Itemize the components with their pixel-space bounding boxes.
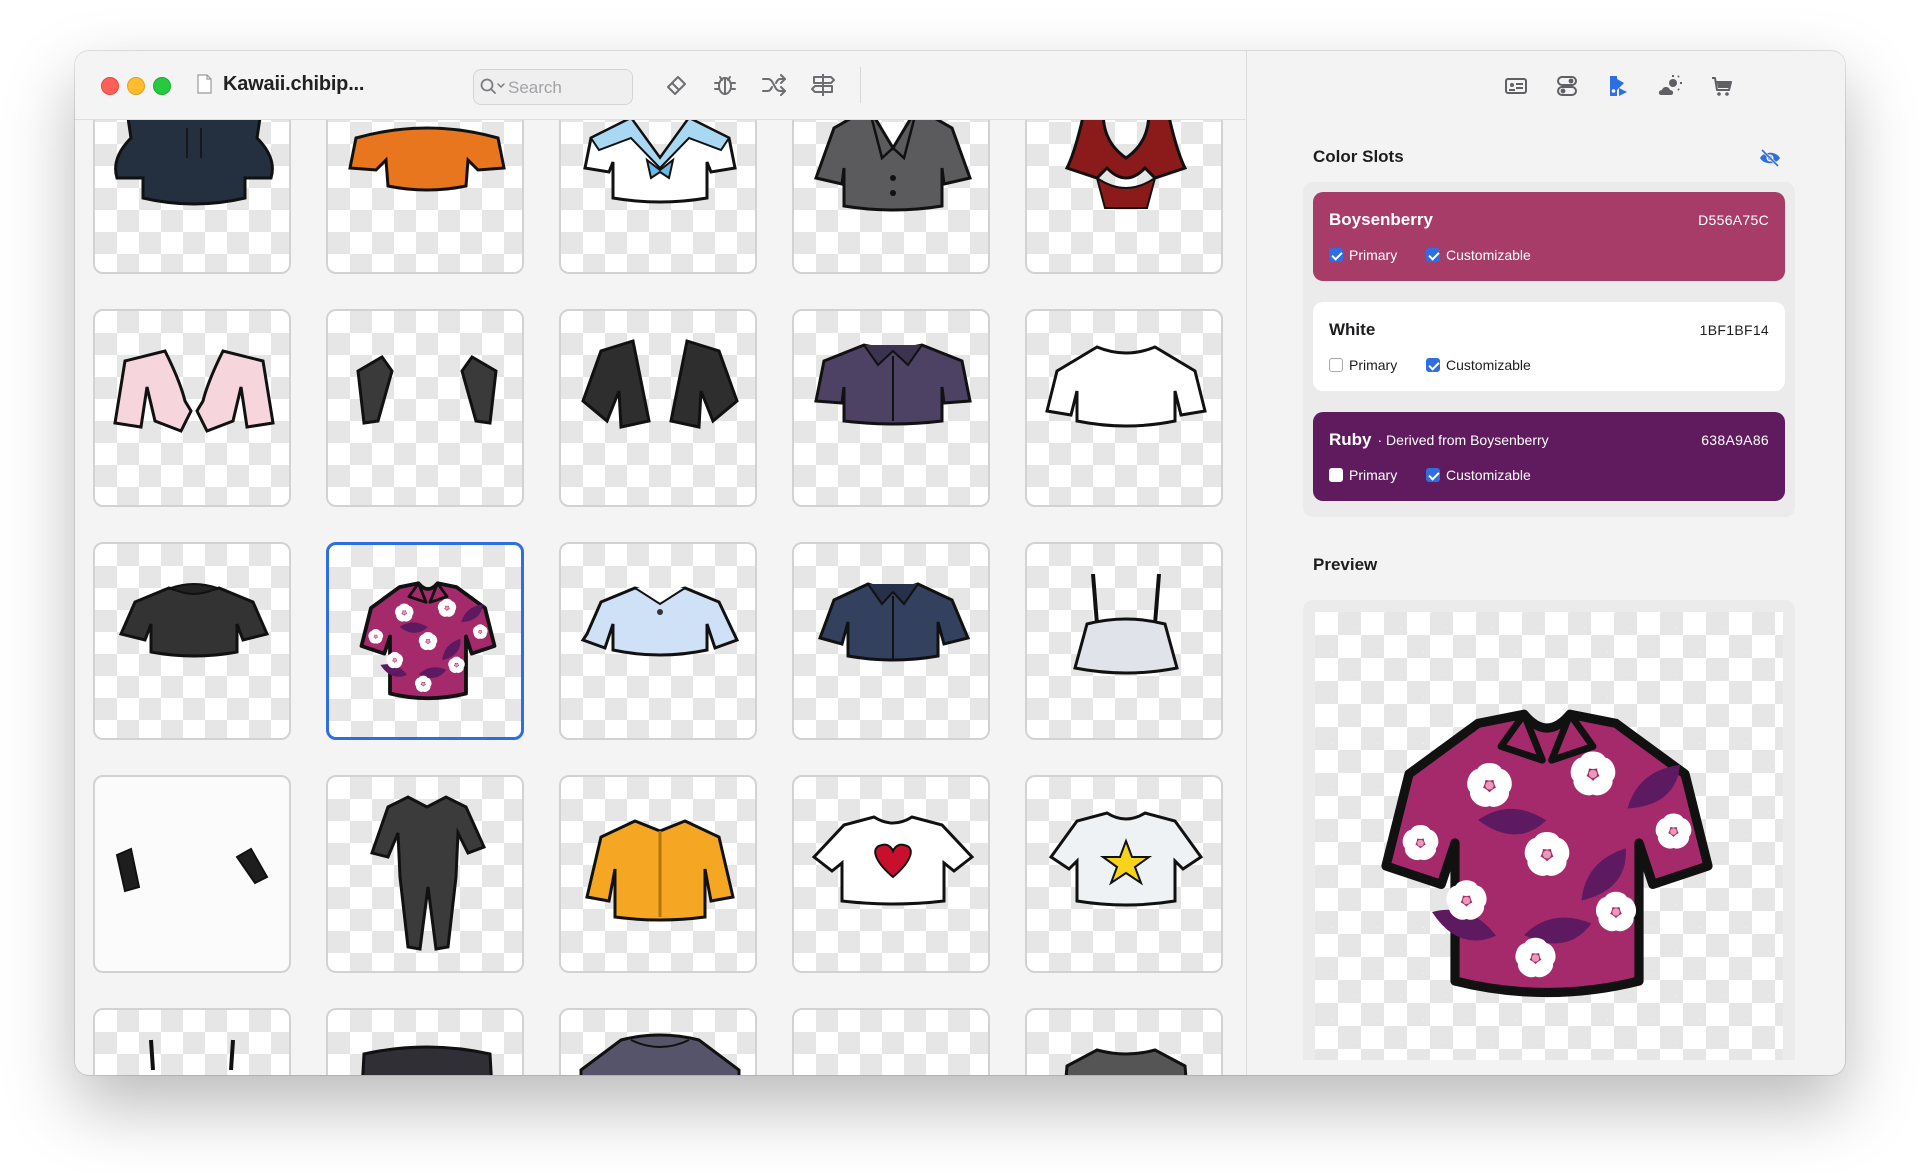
item-tile-sailor-uniform-top[interactable]	[559, 120, 757, 274]
item-tile-hawaiian-shirt[interactable]	[326, 542, 524, 740]
customizable-checkbox[interactable]: Customizable	[1426, 247, 1531, 263]
primary-checkbox[interactable]: Primary	[1329, 247, 1397, 263]
navy-button-shirt-thumbnail	[818, 582, 971, 662]
zoom-window-button[interactable]	[153, 77, 171, 95]
search-placeholder: Search	[508, 78, 562, 97]
color-slots-heading: Color Slots	[1313, 147, 1404, 166]
black-top-partial-thumbnail	[361, 1045, 493, 1075]
item-tile-grey-sweater-partial[interactable]	[559, 1008, 757, 1075]
item-tile-grey-tee-partial[interactable]	[1025, 1008, 1223, 1075]
item-tile-black-sleeves[interactable]	[326, 309, 524, 507]
black-sleeves-thumbnail	[356, 355, 498, 425]
item-tile-black-sweater[interactable]	[93, 542, 291, 740]
white-long-sleeve-thumbnail	[1045, 345, 1207, 428]
item-tile-purple-shirt[interactable]	[792, 309, 990, 507]
item-tile-yellow-jacket[interactable]	[559, 775, 757, 973]
slot-name: Boysenberry	[1329, 210, 1433, 229]
item-tile-black-top-partial[interactable]	[326, 1008, 524, 1075]
catalog-pane: Kawaii.chibip... Search	[75, 51, 1245, 1075]
id-card-icon[interactable]	[1503, 73, 1529, 99]
black-cuffs-thumbnail	[115, 847, 269, 893]
light-blue-blouse-thumbnail	[580, 586, 740, 657]
slot-name: White	[1329, 320, 1376, 339]
empty-partial-thumbnail	[794, 1010, 990, 1075]
item-tile-black-cuffs[interactable]	[93, 775, 291, 973]
item-tile-light-blue-blouse[interactable]	[559, 542, 757, 740]
slot-hex: 1BF1BF14	[1699, 322, 1769, 338]
signpost-icon[interactable]	[809, 71, 837, 99]
customizable-checkbox[interactable]: Customizable	[1426, 357, 1531, 373]
item-tile-black-leather-jacket[interactable]	[559, 309, 757, 507]
black-bodysuit-thumbnail	[370, 795, 487, 951]
preview-heading: Preview	[1313, 555, 1378, 574]
toolbar: Kawaii.chibip... Search	[75, 51, 1245, 120]
orange-off-shoulder-top-thumbnail	[348, 126, 506, 192]
app-window: Kawaii.chibip... Search Color Slots Boys…	[75, 51, 1845, 1075]
grey-sweater-partial-thumbnail	[579, 1033, 741, 1075]
cart-icon[interactable]	[1709, 73, 1735, 99]
white-cami-top-thumbnail	[1073, 573, 1179, 675]
item-tile-strap-top-partial[interactable]	[93, 1008, 291, 1075]
inspector-pane: Color Slots Boysenberry D556A75C Primary…	[1246, 51, 1845, 1075]
grey-blazer-thumbnail	[814, 120, 972, 212]
grey-tee-partial-thumbnail	[1064, 1048, 1188, 1075]
item-tile-star-tshirt[interactable]	[1025, 775, 1223, 973]
item-tile-red-hood-collar[interactable]	[1025, 120, 1223, 274]
primary-checkbox[interactable]: Primary	[1329, 467, 1397, 483]
black-leather-jacket-thumbnail	[581, 339, 739, 429]
eye-slash-icon[interactable]	[1758, 148, 1782, 168]
item-tile-grey-blazer[interactable]	[792, 120, 990, 274]
document-icon	[197, 74, 212, 94]
slot-hex: 638A9A86	[1701, 432, 1769, 448]
eraser-icon[interactable]	[662, 71, 690, 99]
item-grid	[75, 120, 1245, 1075]
red-hood-collar-thumbnail	[1064, 120, 1188, 209]
slot-hex: D556A75C	[1698, 212, 1769, 228]
window-title: Kawaii.chibip...	[223, 73, 365, 95]
toggles-icon[interactable]	[1554, 73, 1580, 99]
search-icon	[480, 78, 505, 94]
black-sweater-thumbnail	[118, 583, 270, 658]
minimize-window-button[interactable]	[127, 77, 145, 95]
derived-from-label: · Derived from Boysenberry	[1377, 432, 1549, 448]
slot-name: Ruby · Derived from Boysenberry	[1329, 430, 1549, 449]
navy-hoodie-thumbnail	[114, 120, 274, 206]
item-tile-heart-tshirt[interactable]	[792, 775, 990, 973]
item-tile-white-cami-top[interactable]	[1025, 542, 1223, 740]
bug-icon[interactable]	[711, 71, 739, 99]
purple-shirt-thumbnail	[814, 343, 972, 426]
strap-top-partial-thumbnail	[149, 1039, 235, 1071]
item-tile-empty-partial[interactable]	[792, 1008, 990, 1075]
sailor-uniform-top-thumbnail	[583, 120, 737, 204]
preview-panel	[1303, 600, 1795, 1060]
star-tshirt-thumbnail	[1048, 811, 1204, 907]
color-slot-white[interactable]: White 1BF1BF14 Primary Customizable	[1313, 302, 1785, 391]
customizable-checkbox[interactable]: Customizable	[1426, 467, 1531, 483]
yellow-jacket-thumbnail	[585, 819, 735, 922]
preview-canvas	[1315, 612, 1783, 1060]
shuffle-icon[interactable]	[760, 71, 788, 99]
item-tile-black-bodysuit[interactable]	[326, 775, 524, 973]
toolbar-divider	[860, 67, 861, 103]
primary-checkbox[interactable]: Primary	[1329, 357, 1397, 373]
pink-bolero-thumbnail	[113, 349, 275, 433]
weather-icon[interactable]	[1657, 73, 1683, 99]
item-tile-navy-hoodie[interactable]	[93, 120, 291, 274]
search-input[interactable]: Search	[473, 69, 633, 105]
color-slot-boysenberry[interactable]: Boysenberry D556A75C Primary Customizabl…	[1313, 192, 1785, 281]
hawaiian-shirt-thumbnail	[359, 581, 497, 701]
paint-icon[interactable]	[1605, 73, 1631, 99]
item-tile-orange-off-shoulder-top[interactable]	[326, 120, 524, 274]
heart-tshirt-thumbnail	[811, 815, 975, 906]
close-window-button[interactable]	[101, 77, 119, 95]
color-slot-ruby[interactable]: Ruby · Derived from Boysenberry 638A9A86 …	[1313, 412, 1785, 501]
item-tile-navy-button-shirt[interactable]	[792, 542, 990, 740]
item-tile-white-long-sleeve[interactable]	[1025, 309, 1223, 507]
hawaiian-shirt-preview	[1381, 709, 1713, 998]
item-tile-pink-bolero[interactable]	[93, 309, 291, 507]
